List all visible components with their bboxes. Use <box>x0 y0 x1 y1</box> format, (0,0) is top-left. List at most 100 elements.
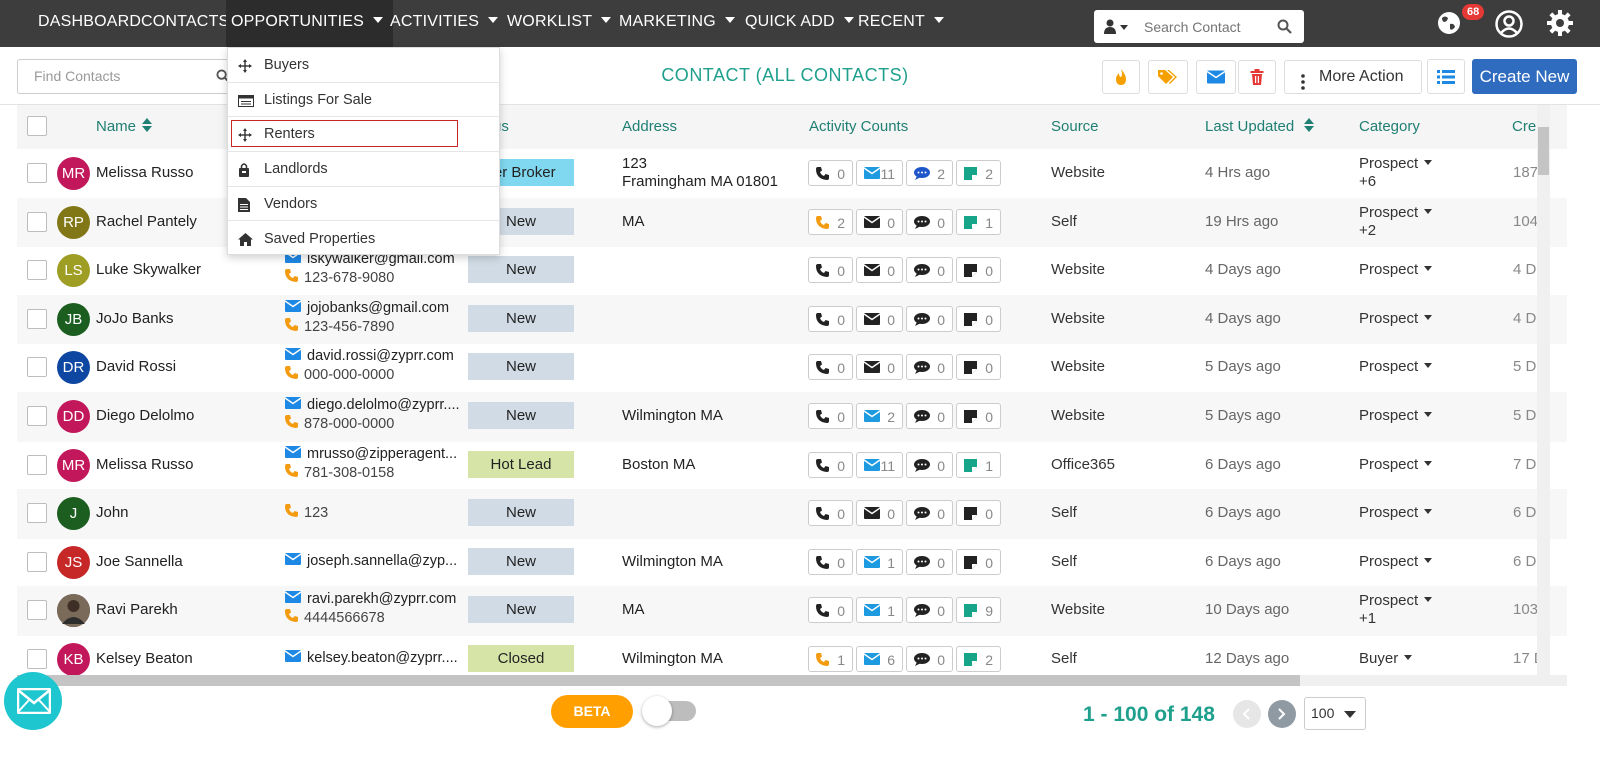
contact-name-link[interactable]: Joe Sannella <box>96 553 183 570</box>
table-row[interactable]: KB Kelsey Beaton kelsey.beaton@zyprr.... Cl… <box>17 635 1567 680</box>
contact-phone[interactable]: 000-000-0000 <box>285 366 394 383</box>
contact-email[interactable]: joseph.sannella@zyp... <box>284 552 457 569</box>
nav-quick-add[interactable]: QUICK ADD <box>745 0 854 47</box>
status-badge[interactable]: New <box>468 304 574 332</box>
activity-count-chat[interactable]: 0 <box>906 451 953 478</box>
activity-count-call[interactable]: 0 <box>808 403 853 429</box>
category-select[interactable]: Prospect <box>1359 456 1433 473</box>
find-contacts-input[interactable]: Find Contacts <box>17 59 247 94</box>
activity-count-call[interactable]: 0 <box>808 548 853 575</box>
table-row[interactable]: MR Melissa Russo mrusso@zipperagent... 781-… <box>17 441 1567 491</box>
activity-count-chat[interactable]: 0 <box>906 257 953 284</box>
contact-phone[interactable]: 123 <box>285 504 328 521</box>
column-header-category[interactable]: Category <box>1359 118 1420 135</box>
activity-count-chat[interactable]: 0 <box>906 500 953 527</box>
nav-worklist[interactable]: WORKLIST <box>507 0 612 47</box>
category-select[interactable]: Prospect <box>1359 204 1433 221</box>
activity-count-call[interactable]: 0 <box>808 354 853 381</box>
contact-name-link[interactable]: Melissa Russo <box>96 456 194 473</box>
column-header-source[interactable]: Source <box>1051 118 1099 135</box>
contact-name-link[interactable]: Kelsey Beaton <box>96 650 193 667</box>
contact-name-link[interactable]: Ravi Parekh <box>96 601 178 618</box>
page-size-select[interactable]: 100 <box>1304 697 1366 730</box>
activity-count-call[interactable]: 0 <box>808 451 853 478</box>
list-view-button[interactable] <box>1427 59 1465 94</box>
tag-button[interactable] <box>1148 60 1188 94</box>
contact-name-link[interactable]: Rachel Pantely <box>96 213 197 230</box>
menu-item-landlords[interactable]: Landlords <box>228 152 499 187</box>
activity-count-note[interactable]: 0 <box>956 403 1001 429</box>
beta-toggle[interactable] <box>642 696 696 726</box>
column-header-created[interactable]: Cre <box>1512 118 1536 135</box>
activity-count-mail[interactable]: 1 <box>856 597 903 624</box>
category-select[interactable]: Buyer <box>1359 650 1413 667</box>
contact-email[interactable]: kelsey.beaton@zyprr.... <box>284 650 458 666</box>
activity-count-mail[interactable]: 0 <box>856 305 903 332</box>
nav-contacts[interactable]: CONTACTS <box>141 0 229 47</box>
activity-count-mail[interactable]: 0 <box>856 208 903 235</box>
activity-count-call[interactable]: 0 <box>808 500 853 527</box>
activity-count-note[interactable]: 0 <box>956 354 1001 381</box>
beta-button[interactable]: BETA <box>551 695 633 728</box>
globe-icon[interactable] <box>1436 10 1462 41</box>
contact-email[interactable]: jojobanks@gmail.com <box>284 299 449 316</box>
select-all-checkbox[interactable] <box>27 116 47 136</box>
mail-fab-button[interactable] <box>4 672 62 730</box>
activity-count-note[interactable]: 9 <box>956 597 1001 624</box>
activity-count-note[interactable]: 0 <box>956 548 1001 575</box>
status-badge[interactable]: New <box>468 256 574 284</box>
status-badge[interactable]: New <box>468 547 574 575</box>
column-header-activity-counts[interactable]: Activity Counts <box>809 118 908 135</box>
menu-item-listings-for-sale[interactable]: Listings For Sale <box>228 83 499 118</box>
category-select[interactable]: Prospect <box>1359 504 1433 521</box>
horizontal-scrollbar-thumb[interactable] <box>17 675 1300 686</box>
category-select[interactable]: Prospect <box>1359 358 1433 375</box>
category-extra-count[interactable]: +2 <box>1359 222 1376 239</box>
next-page-button[interactable] <box>1268 700 1296 728</box>
hot-lead-button[interactable] <box>1102 60 1140 94</box>
category-select[interactable]: Prospect <box>1359 553 1433 570</box>
previous-page-button[interactable] <box>1233 700 1261 728</box>
contact-phone[interactable]: 123-456-7890 <box>285 317 394 335</box>
nav-dashboard[interactable]: DASHBOARD <box>38 0 141 47</box>
activity-count-call[interactable]: 1 <box>808 646 853 672</box>
activity-count-note[interactable]: 1 <box>956 451 1001 478</box>
vertical-scrollbar[interactable] <box>1537 105 1550 675</box>
status-badge[interactable]: Closed <box>468 645 574 672</box>
row-checkbox[interactable] <box>27 260 47 281</box>
nav-opportunities[interactable]: OPPORTUNITIES <box>226 0 393 47</box>
vertical-scrollbar-thumb[interactable] <box>1538 127 1549 175</box>
row-checkbox[interactable] <box>27 406 47 426</box>
more-action-button[interactable]: More Action <box>1284 60 1422 94</box>
activity-count-note[interactable]: 2 <box>956 160 1001 186</box>
menu-item-buyers[interactable]: Buyers <box>228 48 499 83</box>
contact-email[interactable]: ravi.parekh@zyprr.com <box>284 591 456 607</box>
account-icon[interactable] <box>1494 9 1524 44</box>
table-row[interactable]: JS Joe Sannella joseph.sannella@zyp... New W… <box>17 538 1567 588</box>
activity-count-mail[interactable]: 2 <box>856 403 903 429</box>
contact-name-link[interactable]: Melissa Russo <box>96 164 194 181</box>
activity-count-note[interactable]: 0 <box>956 305 1001 332</box>
table-row[interactable]: Ravi Parekh ravi.parekh@zyprr.com 44445666… <box>17 586 1567 636</box>
activity-count-call[interactable]: 0 <box>808 160 853 186</box>
contact-email[interactable]: mrusso@zipperagent... <box>284 445 457 462</box>
contact-name-link[interactable]: JoJo Banks <box>96 310 174 327</box>
activity-count-chat[interactable]: 0 <box>906 403 953 429</box>
menu-item-saved-properties[interactable]: Saved Properties <box>228 222 499 257</box>
category-select[interactable]: Prospect <box>1359 407 1433 424</box>
contact-search-input[interactable] <box>1144 16 1264 38</box>
row-checkbox[interactable] <box>27 211 47 232</box>
status-badge[interactable]: Hot Lead <box>468 450 574 478</box>
table-row[interactable]: J John 123 New 0 0 0 0 Self 6 Days ago Prospect 6 D <box>17 489 1567 539</box>
activity-count-mail[interactable]: 11 <box>856 160 903 186</box>
nav-recent[interactable]: RECENT <box>858 0 944 47</box>
create-new-button[interactable]: Create New <box>1472 59 1577 94</box>
activity-count-mail[interactable]: 1 <box>856 548 903 575</box>
activity-count-call[interactable]: 0 <box>808 305 853 332</box>
contact-email[interactable]: diego.delolmo@zyprr.... <box>284 397 460 413</box>
activity-count-chat[interactable]: 0 <box>906 548 953 575</box>
category-select[interactable]: Prospect <box>1359 261 1433 278</box>
activity-count-note[interactable]: 0 <box>956 257 1001 284</box>
activity-count-mail[interactable]: 0 <box>856 354 903 381</box>
status-badge[interactable]: New <box>468 353 574 381</box>
